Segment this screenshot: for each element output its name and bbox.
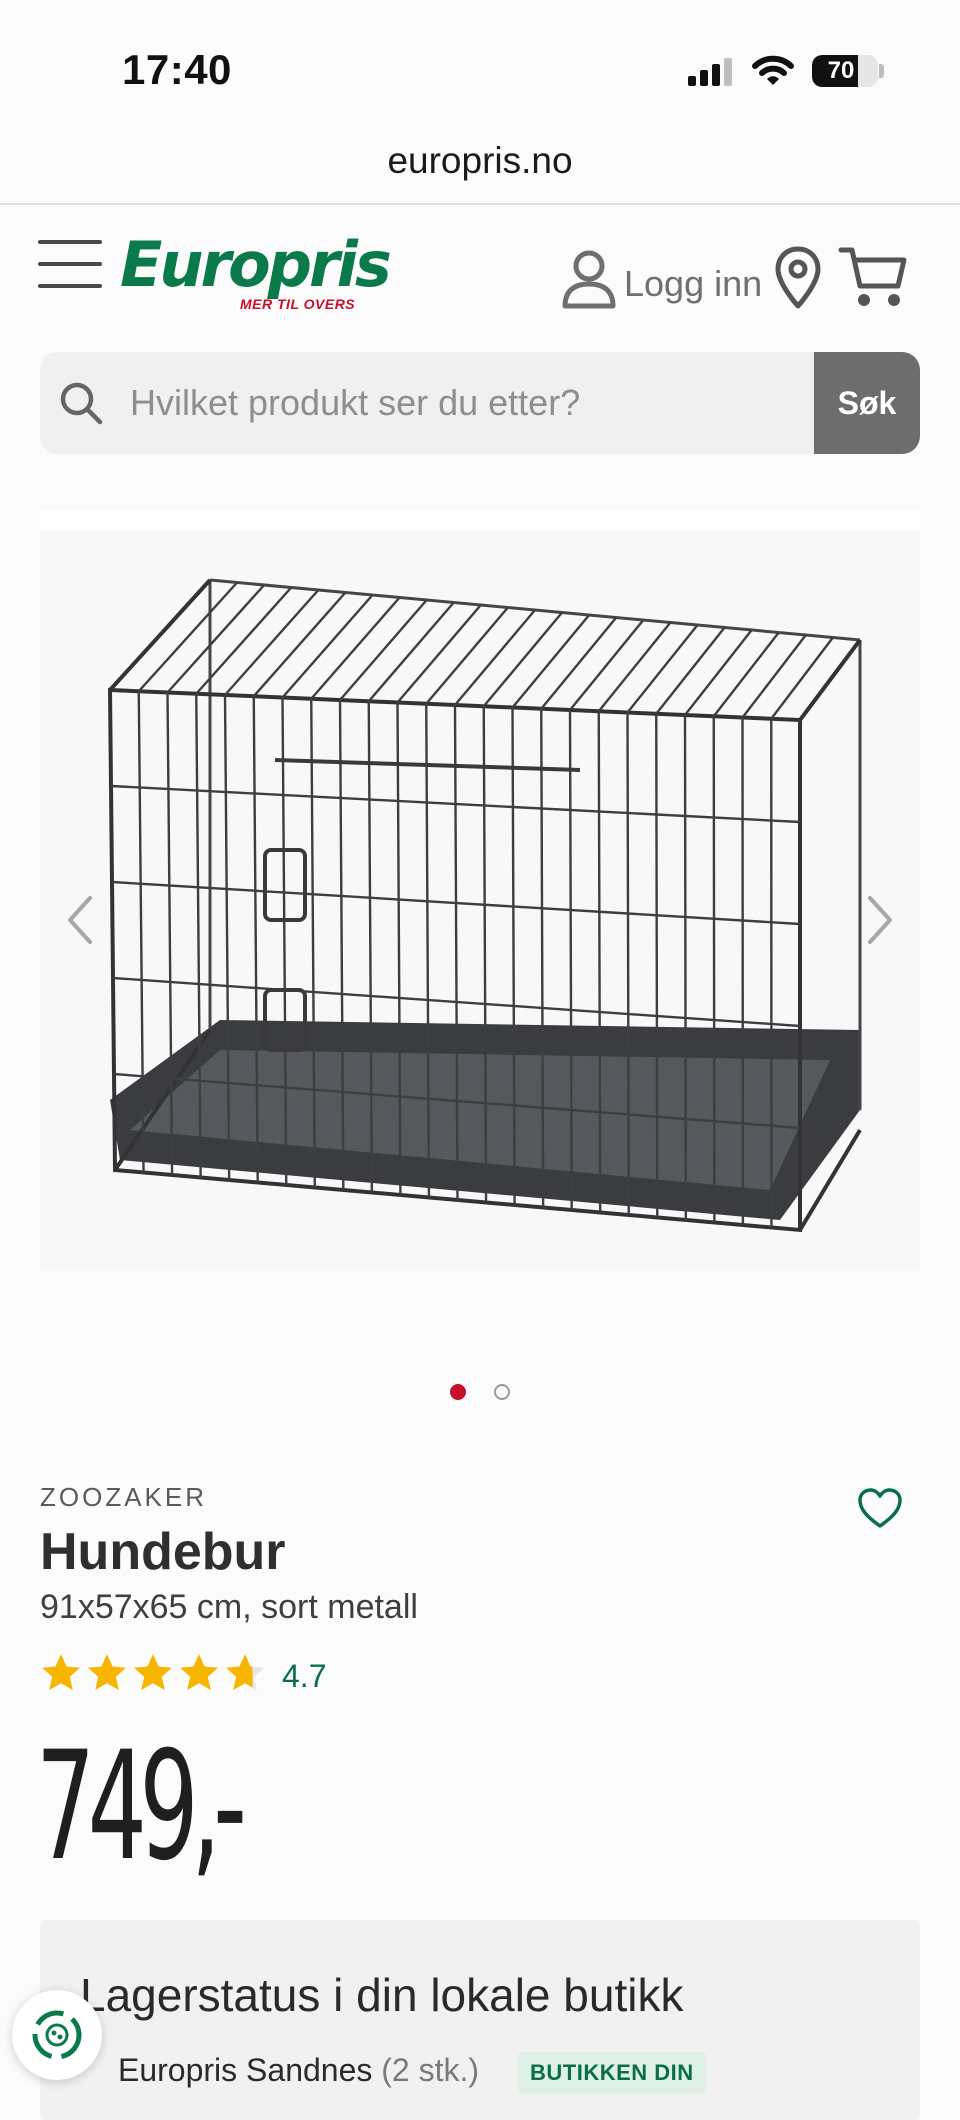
recycle-icon xyxy=(27,2005,87,2065)
product-image[interactable] xyxy=(40,530,920,1270)
your-store-badge: BUTIKKEN DIN xyxy=(518,2052,706,2094)
favorite-heart-icon[interactable] xyxy=(856,1486,904,1530)
url-bar[interactable]: europris.no xyxy=(0,140,960,182)
next-image-arrow-icon[interactable] xyxy=(860,890,900,950)
battery-level: 70 xyxy=(812,55,870,87)
search-input[interactable] xyxy=(122,352,848,454)
product-title: Hundebur xyxy=(40,1522,286,1582)
gallery-dot[interactable] xyxy=(494,1384,510,1400)
star-icon xyxy=(86,1652,128,1694)
rating-value[interactable]: 4.7 xyxy=(282,1658,326,1695)
gallery-dot[interactable] xyxy=(450,1384,466,1400)
cart-icon[interactable] xyxy=(838,242,908,312)
star-icon xyxy=(40,1652,82,1694)
store-name[interactable]: Europris Sandnes (2 stk.) xyxy=(118,2052,479,2089)
europris-logo[interactable]: Europris MER TIL OVERS xyxy=(120,232,360,318)
login-button[interactable]: Logg inn xyxy=(560,244,762,314)
store-quantity: (2 stk.) xyxy=(381,2052,479,2088)
search-icon xyxy=(58,380,104,426)
product-subtitle: 91x57x65 cm, sort metall xyxy=(40,1588,418,1627)
logo-text: Europris xyxy=(120,228,389,301)
search-button[interactable]: Søk xyxy=(814,352,920,454)
battery-icon: 70 xyxy=(812,55,878,87)
recycle-button[interactable] xyxy=(12,1990,102,2080)
store-name-label: Europris Sandnes xyxy=(118,2052,372,2088)
status-time: 17:40 xyxy=(122,46,232,94)
location-pin-icon[interactable] xyxy=(774,246,822,310)
search-bar: Søk xyxy=(40,352,920,454)
star-icon xyxy=(178,1652,220,1694)
stock-status-title: Lagerstatus i din lokale butikk xyxy=(80,1968,683,2022)
star-icon xyxy=(132,1652,174,1694)
login-label: Logg inn xyxy=(624,263,762,305)
wifi-icon xyxy=(752,54,794,88)
previous-image-arrow-icon[interactable] xyxy=(60,890,100,950)
star-icon xyxy=(224,1652,266,1694)
logo-tagline: MER TIL OVERS xyxy=(240,296,355,312)
battery-tip xyxy=(879,64,884,78)
dog-cage-illustration xyxy=(40,530,920,1270)
cellular-signal-icon xyxy=(688,58,732,86)
menu-icon[interactable] xyxy=(38,240,102,288)
product-gallery xyxy=(40,510,920,1270)
rating-stars[interactable] xyxy=(40,1652,266,1694)
url-bar-divider xyxy=(0,203,960,205)
product-brand[interactable]: ZOOZAKER xyxy=(40,1482,207,1513)
user-icon xyxy=(560,248,618,310)
product-price: 749,- xyxy=(36,1732,239,1882)
gallery-pagination xyxy=(0,1384,960,1404)
